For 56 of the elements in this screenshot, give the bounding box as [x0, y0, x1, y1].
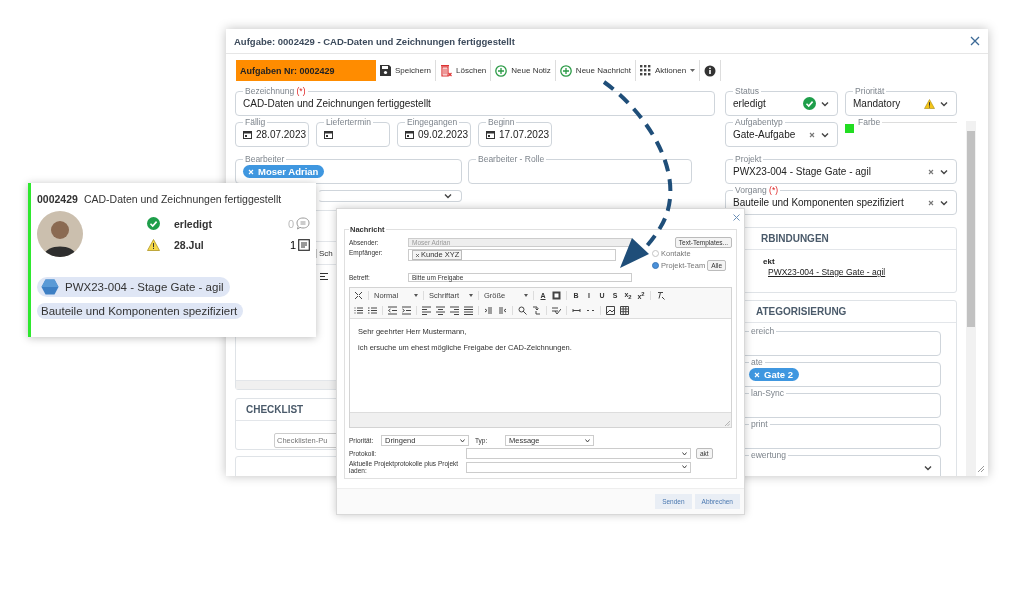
color-field[interactable]: Farbe: [856, 118, 957, 128]
task-number: 0002429: [37, 193, 78, 205]
process-chip[interactable]: Bauteile und Komponenten spezifiziert: [37, 303, 244, 319]
date-field[interactable]: Beginn 17.07.2023: [478, 118, 552, 147]
task-number-label: Aufgaben Nr: 0002429: [236, 60, 376, 81]
task-title: CAD-Daten und Zeichnungen fertiggestellt: [83, 193, 282, 205]
date-field[interactable]: Eingegangen 09.02.2023: [397, 118, 471, 147]
task-type-field[interactable]: Aufgabentyp Gate-Aufgabe: [725, 118, 838, 147]
field-value: erledigt: [733, 98, 767, 109]
field-label: Projekt: [734, 155, 763, 164]
project-field[interactable]: Projekt PWX23-004 - Stage Gate - agil: [725, 155, 957, 184]
field-label: Liefertermin: [325, 118, 372, 127]
priority-field[interactable]: Priorität Mandatory: [845, 87, 957, 116]
date-field[interactable]: Liefertermin: [316, 118, 390, 147]
field-value: 28.07.2023: [256, 129, 307, 140]
field-label: ate: [750, 358, 764, 367]
description-field[interactable]: Bezeichnung (*) CAD-Daten und Zeichnungen fertiggestellt: [235, 87, 715, 116]
field-label: Vorgang (*): [734, 186, 780, 195]
field-value: Mandatory: [853, 98, 902, 109]
field-label: ereich: [750, 327, 776, 336]
field-label: Beginn: [487, 118, 516, 127]
comment-count: 0: [287, 217, 294, 230]
field-label: ewertung: [750, 451, 787, 460]
toolbar-button[interactable]: Neue Notiz: [491, 60, 556, 81]
field-label: Bezeichnung (*): [244, 87, 307, 96]
field-label: Priorität: [854, 87, 886, 96]
field-value: PWX23-004 - Stage Gate - agil: [733, 166, 872, 177]
role-field[interactable]: Bearbeiter - Rolle: [468, 155, 692, 184]
task-card[interactable]: 0002429 CAD-Daten und Zeichnungen fertiggestellt erledigt 28.Jul 0 1 PWX23-004 - Stage Gate - agil Bauteile und Komponenten spezifiziert: [28, 183, 316, 337]
project-chip[interactable]: PWX23-004 - Stage Gate - agil: [37, 277, 230, 297]
field-value: CAD-Daten und Zeichnungen fertiggestellt: [243, 98, 431, 109]
field-label: Status: [734, 87, 761, 96]
note-count: 1: [289, 239, 296, 251]
field-label: Bearbeiter - Rolle: [477, 155, 546, 164]
field-label: Fällig: [244, 118, 267, 127]
link-label: ekt: [763, 257, 776, 266]
project-link[interactable]: PWX23-004 - Stage Gate - agil: [763, 267, 956, 277]
window-title: Aufgabe: 0002429 - CAD-Daten und Zeichnungen fertiggestellt: [234, 35, 515, 47]
toolbar-button[interactable]: Aktionen: [636, 60, 701, 81]
field-label: Bearbeiter: [244, 155, 286, 164]
status-field[interactable]: Status erledigt: [725, 87, 838, 116]
field-value: 09.02.2023: [418, 129, 469, 140]
toolbar-button[interactable]: Löschen: [436, 60, 492, 81]
toolbar-button[interactable]: Neue Nachricht: [555, 60, 636, 81]
field-label: Eingegangen: [406, 118, 459, 127]
field-value: Gate-Aufgabe: [733, 129, 797, 140]
field-label: Farbe: [857, 118, 882, 127]
due-date: 28.Jul: [174, 239, 204, 251]
field-value: Bauteile und Komponenten spezifiziert: [733, 197, 905, 208]
date-field[interactable]: Fällig 28.07.2023: [235, 118, 309, 147]
field-label: print: [750, 420, 769, 429]
field-label: Aufgabentyp: [734, 118, 784, 127]
field-value: 17.07.2023: [499, 129, 550, 140]
status-text: erledigt: [174, 217, 212, 230]
toolbar-button[interactable]: Speichern: [376, 60, 437, 81]
field-label: lan-Sync: [750, 389, 786, 398]
